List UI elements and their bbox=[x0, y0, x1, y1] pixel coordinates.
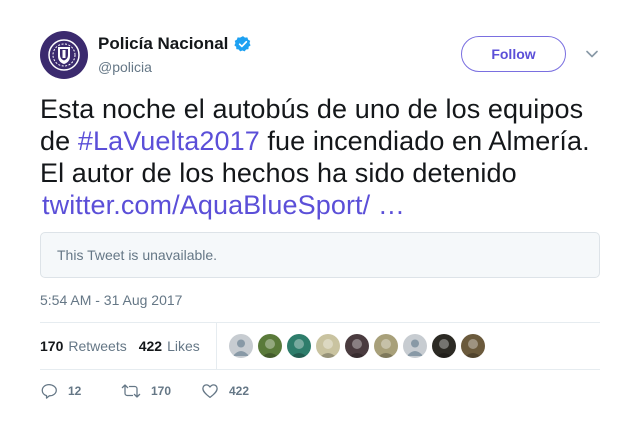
author-display-name[interactable]: Policía Nacional bbox=[98, 34, 228, 54]
stats-divider bbox=[215, 323, 217, 369]
profile-photo-icon bbox=[318, 339, 337, 358]
retweets-label: Retweets bbox=[68, 338, 127, 354]
tweet-url-link[interactable]: twitter.com/AquaBlueSport/ … bbox=[42, 189, 405, 221]
retweets-stat[interactable]: 170 Retweets bbox=[40, 338, 127, 354]
liker-avatar-4[interactable] bbox=[315, 334, 340, 358]
tweet-stats: 170 Retweets 422 Likes bbox=[40, 322, 600, 370]
tweet-text-segment: fue incendiado en Almería. bbox=[259, 126, 590, 156]
chevron-down-icon[interactable] bbox=[586, 49, 598, 59]
hashtag-link[interactable]: #LaVuelta2017 bbox=[78, 126, 260, 156]
likes-count: 422 bbox=[138, 338, 163, 354]
police-shield-logo-icon bbox=[48, 39, 80, 71]
liker-avatar-2[interactable] bbox=[257, 334, 282, 358]
profile-photo-icon bbox=[289, 339, 308, 358]
tweet-actions: 12 170 422 bbox=[40, 380, 249, 402]
unavailable-message: This Tweet is unavailable. bbox=[57, 247, 218, 263]
tweet-text-segment: de bbox=[40, 126, 78, 156]
default-profile-icon bbox=[406, 339, 423, 356]
tweet-timestamp[interactable]: 5:54 AM - 31 Aug 2017 bbox=[40, 292, 182, 308]
likes-label: Likes bbox=[167, 338, 200, 354]
profile-photo-icon bbox=[463, 339, 482, 358]
reply-icon bbox=[41, 383, 57, 399]
tweet-text-line: twitter.com/AquaBlueSport/ … bbox=[40, 189, 620, 221]
retweets-count: 170 bbox=[40, 338, 64, 354]
author-info: Policía Nacional @policia bbox=[98, 34, 252, 75]
reply-count: 12 bbox=[68, 384, 82, 398]
liker-avatar-8[interactable] bbox=[431, 334, 456, 358]
tweet-text-line: El autor de los hechos ha sido detenido bbox=[40, 158, 517, 188]
profile-photo-icon bbox=[347, 339, 366, 358]
like-button[interactable]: 422 bbox=[201, 382, 249, 400]
liker-avatar-5[interactable] bbox=[344, 334, 369, 358]
like-count: 422 bbox=[229, 384, 250, 398]
profile-photo-icon bbox=[376, 339, 395, 358]
tweet-text-line: Esta noche el autobús de uno de los equi… bbox=[40, 94, 584, 124]
liker-avatar-3[interactable] bbox=[286, 334, 311, 358]
default-profile-icon bbox=[232, 339, 249, 356]
verified-badge-icon bbox=[234, 36, 251, 52]
tweet-text-line: de #LaVuelta2017 fue incendiado en Almer… bbox=[40, 125, 620, 157]
liker-avatar-7[interactable] bbox=[402, 334, 427, 358]
liker-avatars bbox=[228, 334, 490, 358]
tweet-text: Esta noche el autobús de uno de los equi… bbox=[40, 93, 620, 221]
liker-avatar-9[interactable] bbox=[460, 334, 485, 358]
profile-photo-icon bbox=[434, 339, 453, 358]
author-handle[interactable]: @policia bbox=[98, 59, 252, 75]
retweet-button[interactable]: 170 bbox=[121, 382, 201, 400]
profile-photo-icon bbox=[260, 339, 279, 358]
quoted-tweet-unavailable: This Tweet is unavailable. bbox=[40, 232, 600, 278]
tweet-header: Policía Nacional @policia Follow bbox=[40, 31, 600, 81]
retweet-count: 170 bbox=[151, 384, 172, 398]
follow-button[interactable]: Follow bbox=[461, 36, 566, 72]
reply-button[interactable]: 12 bbox=[40, 382, 121, 400]
avatar[interactable] bbox=[40, 31, 88, 79]
liker-avatar-1[interactable] bbox=[228, 334, 253, 358]
liker-avatar-6[interactable] bbox=[373, 334, 398, 358]
likes-stat[interactable]: 422 Likes bbox=[139, 338, 200, 354]
heart-icon bbox=[202, 384, 218, 399]
retweet-icon bbox=[121, 384, 141, 398]
